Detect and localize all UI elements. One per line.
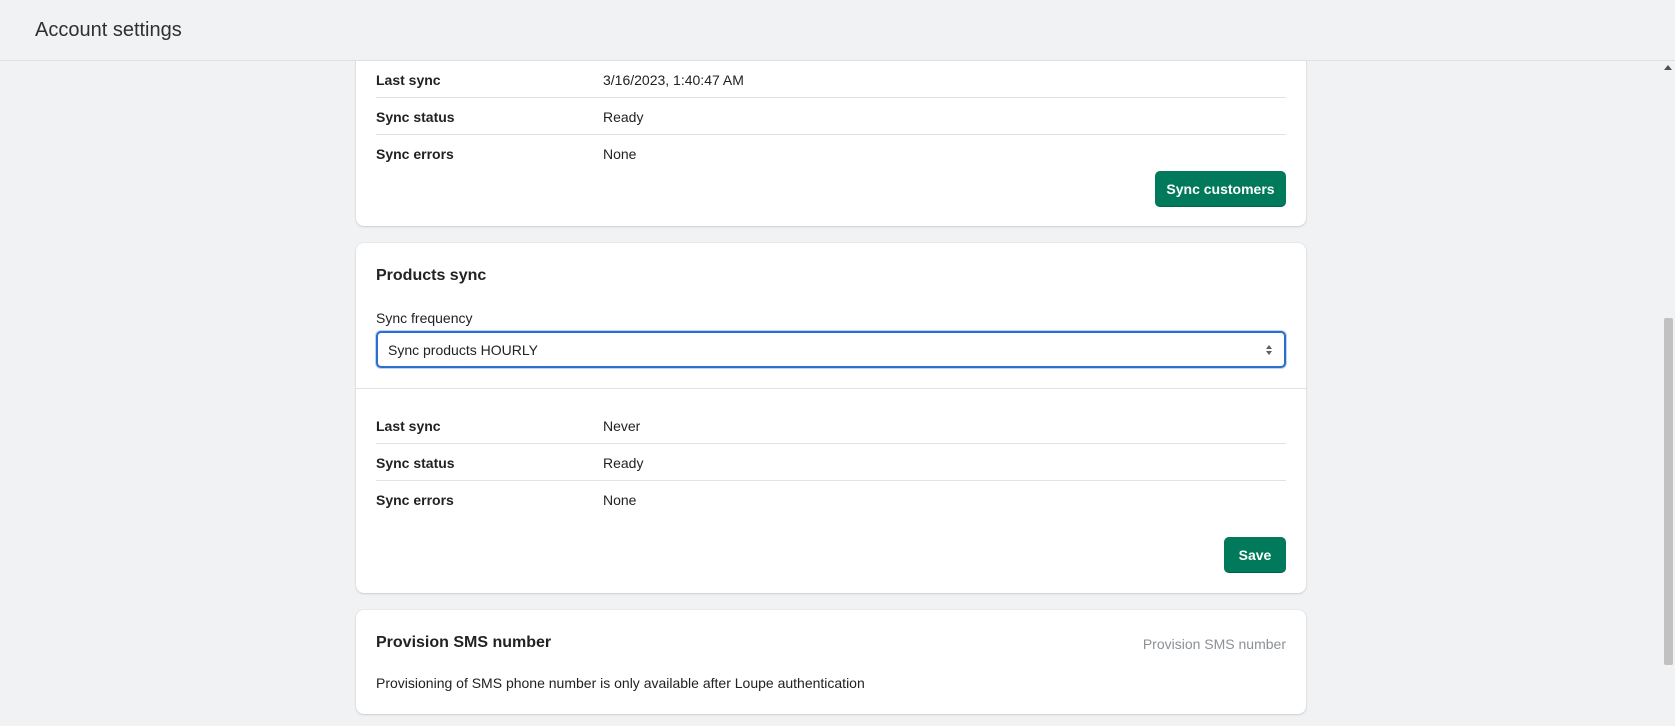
row-key: Last sync [376,418,441,434]
customers-sync-card: Last sync 3/16/2023, 1:40:47 AM Sync sta… [356,61,1306,226]
provision-sms-card: Provision SMS number Provision SMS numbe… [356,610,1306,714]
provision-sms-title: Provision SMS number [376,634,552,651]
sync-frequency-value: Sync products HOURLY [388,342,538,358]
row-key: Sync status [376,455,455,471]
products-last-sync-row: Last sync Never [376,407,1286,444]
row-key: Sync errors [376,146,454,162]
customers-last-sync-row: Last sync 3/16/2023, 1:40:47 AM [376,61,1286,98]
products-sync-card: Products sync Sync frequency Sync produc… [356,243,1306,593]
row-key: Sync status [376,109,455,125]
products-sync-status-row: Sync status Ready [376,444,1286,481]
products-sync-errors-row: Sync errors None [376,481,1286,518]
top-bar: Account settings [0,0,1675,61]
sync-frequency-select[interactable]: Sync products HOURLY [376,331,1286,368]
section-divider [356,388,1306,389]
customers-sync-status-row: Sync status Ready [376,98,1286,135]
main-content[interactable]: Last sync 3/16/2023, 1:40:47 AM Sync sta… [0,61,1660,726]
row-value: Ready [603,455,644,471]
page-title: Account settings [35,19,182,41]
products-sync-title: Products sync [376,267,487,284]
save-button[interactable]: Save [1224,537,1286,573]
sync-customers-button[interactable]: Sync customers [1155,171,1286,207]
chevron-up-down-icon [1266,345,1272,355]
provision-sms-action[interactable]: Provision SMS number [1143,636,1286,652]
row-value: 3/16/2023, 1:40:47 AM [603,72,744,88]
row-key: Last sync [376,72,441,88]
scroll-up-arrow-icon[interactable] [1662,63,1674,73]
row-value: None [603,146,637,162]
scrollbar-thumb[interactable] [1664,318,1673,665]
row-value: None [603,492,637,508]
customers-sync-errors-row: Sync errors None [376,135,1286,172]
row-key: Sync errors [376,492,454,508]
provision-sms-description: Provisioning of SMS phone number is only… [376,675,865,691]
row-value: Ready [603,109,644,125]
sync-frequency-label: Sync frequency [376,310,473,326]
row-value: Never [603,418,641,434]
